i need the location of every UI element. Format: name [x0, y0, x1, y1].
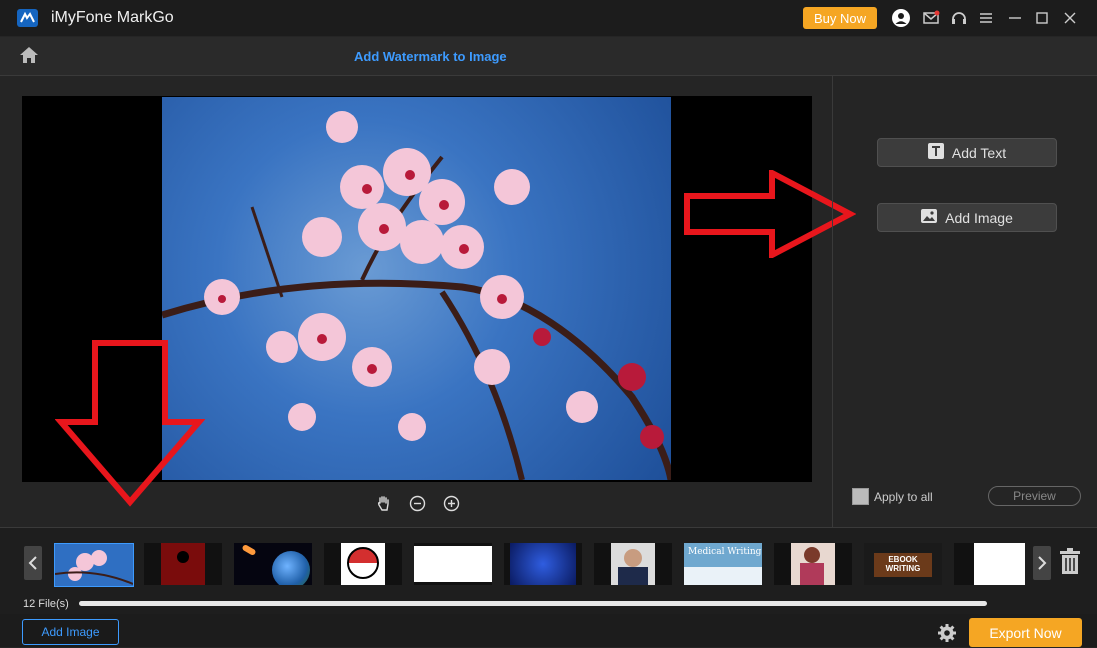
text-icon: [927, 143, 944, 162]
apply-to-all-checkbox[interactable]: [852, 488, 869, 505]
add-image-label: Add Image: [945, 209, 1013, 226]
add-text-label: Add Text: [951, 144, 1007, 161]
zoom-in-icon[interactable]: [443, 495, 460, 512]
thumbnail-2[interactable]: [144, 543, 222, 585]
footer-bar: [0, 614, 1097, 647]
zoom-out-icon[interactable]: [409, 495, 426, 512]
chevron-left-icon[interactable]: [24, 546, 42, 580]
hand-icon[interactable]: [374, 494, 392, 512]
thumbnail-1[interactable]: [54, 543, 134, 587]
user-icon[interactable]: [892, 9, 910, 27]
file-count: 12 File(s): [23, 598, 69, 610]
toolbar: [0, 37, 1097, 76]
gear-icon[interactable]: [937, 623, 957, 643]
thumbnail-4[interactable]: [324, 543, 402, 585]
logo-icon: [17, 9, 38, 27]
thumbnail-6[interactable]: [504, 543, 582, 585]
app-title: iMyFone MarkGo: [51, 9, 174, 26]
thumbnail-9[interactable]: [774, 543, 852, 585]
page-title: Add Watermark to Image: [354, 49, 507, 64]
thumbnail-7[interactable]: [594, 543, 672, 585]
headset-icon[interactable]: [950, 9, 968, 27]
add-image-file-button[interactable]: Add Image: [22, 619, 119, 645]
trash-icon[interactable]: [1059, 547, 1081, 575]
preview-image: [162, 97, 671, 480]
add-text-button[interactable]: Add Text: [877, 138, 1057, 167]
maximize-icon[interactable]: [1033, 9, 1051, 27]
image-icon: [921, 208, 938, 227]
thumbnail-5[interactable]: [414, 543, 492, 585]
thumbnail-11[interactable]: [954, 543, 1025, 585]
minimize-icon[interactable]: [1006, 9, 1024, 27]
annotation-arrow-right: [684, 168, 857, 263]
mail-icon[interactable]: [922, 9, 940, 27]
annotation-arrow-down: [54, 340, 206, 513]
thumbnail-3[interactable]: [234, 543, 312, 585]
thumbnail-10[interactable]: EBOOK WRITING: [864, 543, 942, 585]
menu-icon[interactable]: [977, 9, 995, 27]
buy-now-button[interactable]: Buy Now: [803, 7, 877, 29]
chevron-right-icon[interactable]: [1033, 546, 1051, 580]
panel-divider: [832, 75, 833, 527]
add-image-watermark-button[interactable]: Add Image: [877, 203, 1057, 232]
preview-button[interactable]: Preview: [988, 486, 1081, 506]
export-now-button[interactable]: Export Now: [969, 618, 1082, 647]
thumbnail-8[interactable]: Medical Writing: [684, 543, 762, 585]
close-icon[interactable]: [1061, 9, 1079, 27]
apply-to-all-label: Apply to all: [874, 490, 933, 504]
strip-scrollbar[interactable]: [79, 601, 987, 606]
home-icon[interactable]: [19, 46, 39, 64]
